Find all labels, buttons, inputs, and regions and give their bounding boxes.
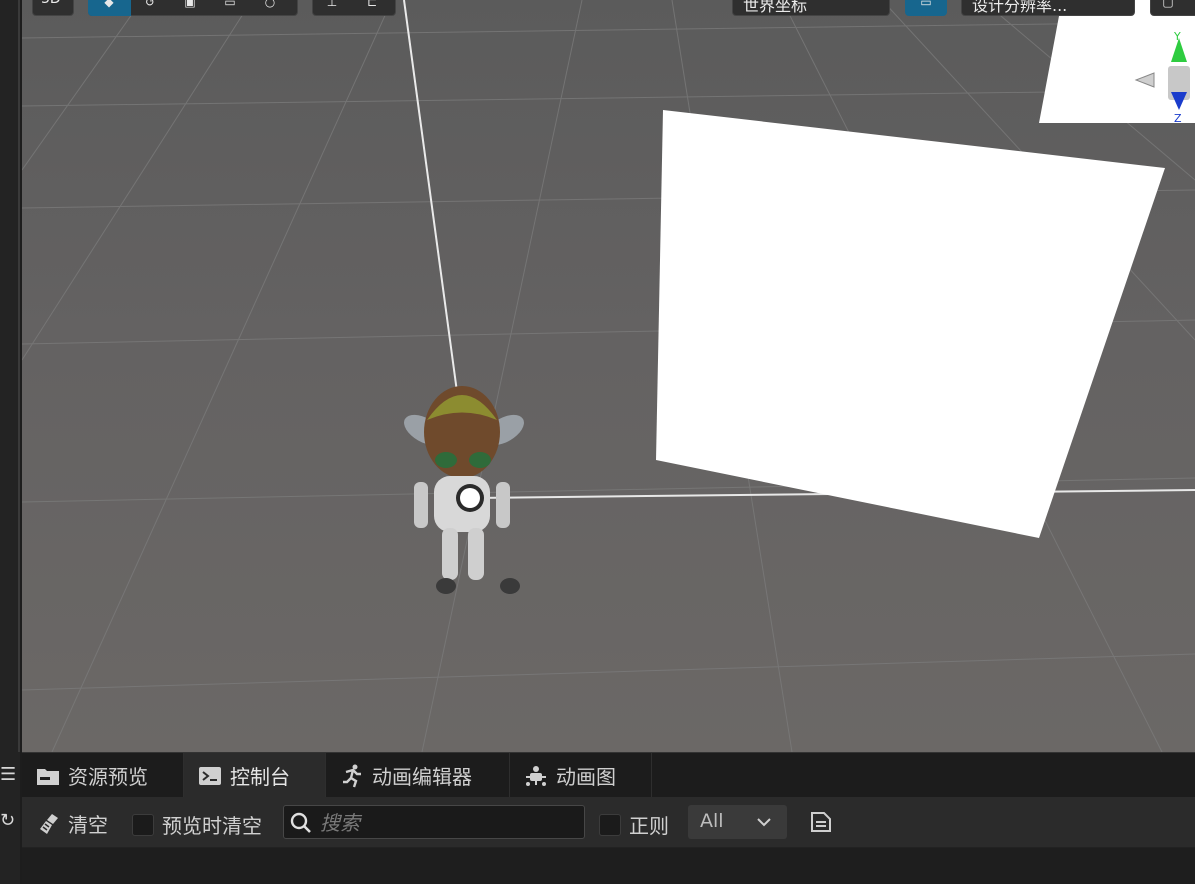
log-level-value: All: [700, 810, 724, 832]
tab-label: 动画编辑器: [372, 765, 472, 789]
gizmo-z-label: Z: [1174, 112, 1182, 125]
rotate-icon[interactable]: ↺: [143, 0, 157, 8]
transform-icon[interactable]: ○: [263, 0, 277, 8]
open-log-file-button[interactable]: [810, 811, 832, 837]
regex-checkbox[interactable]: [599, 813, 621, 836]
lock-button[interactable]: ▭: [905, 0, 947, 16]
move-icon: ◆: [104, 0, 114, 9]
clear-button[interactable]: 清空: [38, 809, 108, 838]
refresh-icon[interactable]: ↻: [0, 812, 15, 830]
rect-tool-icon[interactable]: ▭: [223, 0, 237, 8]
clear-on-preview-option[interactable]: 预览时清空: [132, 810, 262, 839]
running-figure-icon: [343, 764, 361, 787]
console-search: [283, 805, 585, 839]
resolution-dropdown[interactable]: 设计分辨率...: [961, 0, 1135, 16]
broom-icon: [40, 813, 58, 834]
terminal-icon: [199, 766, 221, 785]
bottom-panel-tabbar: 资源预览 控制台 动画编辑器 动画图: [22, 752, 1195, 798]
scale-icon[interactable]: ▣: [183, 0, 197, 8]
lock-icon: ▭: [920, 0, 932, 9]
coordinate-dropdown-label: 世界坐标: [743, 0, 808, 15]
resolution-dropdown-label: 设计分辨率...: [972, 0, 1068, 15]
tab-label: 资源预览: [68, 765, 148, 789]
clear-on-preview-label: 预览时清空: [162, 814, 262, 838]
white-plane[interactable]: [656, 110, 1165, 538]
coordinate-dropdown[interactable]: 世界坐标: [732, 0, 890, 16]
clear-on-preview-checkbox[interactable]: [132, 813, 154, 836]
tab-label: 动画图: [556, 765, 616, 789]
snap-tool-group[interactable]: ⊥ ⊏: [312, 0, 396, 16]
log-level-select[interactable]: All: [688, 805, 787, 839]
camera-settings-button[interactable]: ▢: [1150, 0, 1195, 16]
console-output[interactable]: [22, 848, 1195, 884]
left-strip-divider: [18, 0, 20, 752]
regex-option[interactable]: 正则: [599, 810, 669, 839]
gizmo-y-label: Y: [1173, 30, 1181, 43]
grid-icon: ⊏: [366, 0, 378, 9]
tab-animation-graph[interactable]: 动画图: [510, 753, 652, 798]
clear-label: 清空: [68, 813, 108, 837]
view-mode-label: 3D: [41, 0, 61, 7]
tab-console[interactable]: 控制台: [184, 753, 326, 798]
search-input[interactable]: [318, 810, 572, 836]
transform-tool-group: ◆ ↺ ▣ ▭ ○: [88, 0, 298, 16]
tab-assets-preview[interactable]: 资源预览: [22, 753, 184, 798]
regex-label: 正则: [629, 814, 669, 838]
scene-viewport[interactable]: Y Z 3D ◆ ↺ ▣ ▭ ○ ⊥ ⊏ 世界坐标 ▭ 设计分辨率... ▢: [22, 0, 1195, 752]
search-icon: [290, 812, 311, 833]
tab-animation-editor[interactable]: 动画编辑器: [326, 753, 510, 798]
chevron-down-icon: [757, 818, 771, 827]
scene-canvas: Y Z: [22, 0, 1195, 752]
move-tool-button[interactable]: ◆: [88, 0, 131, 16]
panel-menu-icon[interactable]: ☰: [0, 766, 16, 784]
folder-icon: [37, 768, 59, 785]
camera-icon: ▢: [1162, 0, 1174, 9]
animation-graph-icon: [526, 765, 546, 786]
console-toolbar: 清空 预览时清空 正则 All: [22, 797, 1195, 848]
view-mode-button[interactable]: 3D: [32, 0, 74, 16]
character-model[interactable]: [399, 386, 529, 594]
left-side-strip: ☰ ↻: [0, 0, 20, 884]
snap-icon: ⊥: [326, 0, 338, 9]
tab-label: 控制台: [230, 765, 290, 789]
log-file-icon: [811, 812, 831, 832]
